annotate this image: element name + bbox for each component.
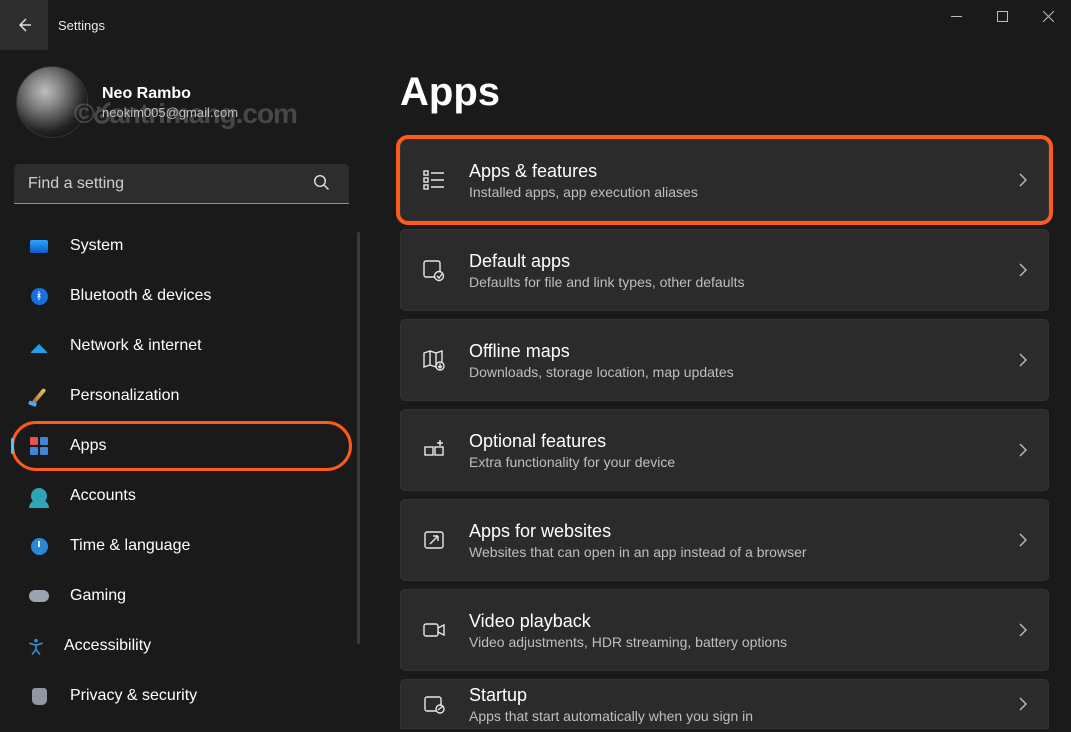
card-video-playback[interactable]: Video playback Video adjustments, HDR st… (400, 589, 1049, 671)
sidebar-item-accessibility[interactable]: Accessibility (14, 624, 354, 668)
card-startup[interactable]: Startup Apps that start automatically wh… (400, 679, 1049, 729)
card-subtitle: Apps that start automatically when you s… (469, 708, 996, 724)
shield-icon (28, 685, 50, 707)
wifi-icon (28, 335, 50, 357)
card-subtitle: Websites that can open in an app instead… (469, 544, 996, 560)
paintbrush-icon (28, 385, 50, 407)
sidebar-item-label: Network & internet (70, 337, 202, 355)
startup-icon (421, 691, 447, 717)
close-icon (1043, 11, 1054, 22)
card-subtitle: Downloads, storage location, map updates (469, 364, 996, 380)
card-title: Optional features (469, 431, 996, 452)
card-apps-for-websites[interactable]: Apps for websites Websites that can open… (400, 499, 1049, 581)
map-icon (421, 347, 447, 373)
nav-list: System ᚼ Bluetooth & devices Network & i… (14, 224, 370, 718)
card-subtitle: Defaults for file and link types, other … (469, 274, 996, 290)
sidebar-item-gaming[interactable]: Gaming (14, 574, 354, 618)
apps-icon (28, 435, 50, 457)
sidebar-item-accounts[interactable]: Accounts (14, 474, 354, 518)
card-title: Apps for websites (469, 521, 996, 542)
maximize-button[interactable] (979, 0, 1025, 32)
bluetooth-icon: ᚼ (28, 285, 50, 307)
card-title: Startup (469, 685, 996, 706)
features-icon (421, 437, 447, 463)
minimize-button[interactable] (933, 0, 979, 32)
sidebar-item-apps[interactable]: Apps (14, 424, 349, 468)
websites-icon (421, 527, 447, 553)
card-subtitle: Video adjustments, HDR streaming, batter… (469, 634, 996, 650)
list-icon (421, 167, 447, 193)
profile-block[interactable]: Neo Rambo neokim005@gmail.com ©ఠantriman… (14, 64, 370, 152)
default-apps-icon (421, 257, 447, 283)
clock-icon (28, 535, 50, 557)
arrow-left-icon (16, 17, 32, 33)
profile-email: neokim005@gmail.com (102, 105, 238, 120)
main-content: Apps Apps & features Installed apps, app… (370, 50, 1071, 732)
accessibility-icon (28, 638, 44, 654)
sidebar-item-label: Privacy & security (70, 687, 197, 705)
sidebar-item-label: Accounts (70, 487, 136, 505)
window-controls (933, 0, 1071, 32)
search-input[interactable] (14, 164, 349, 204)
sidebar-item-privacy[interactable]: Privacy & security (14, 674, 354, 718)
sidebar-item-label: System (70, 237, 123, 255)
sidebar-item-personalization[interactable]: Personalization (14, 374, 354, 418)
window-title: Settings (58, 18, 105, 33)
card-apps-features[interactable]: Apps & features Installed apps, app exec… (400, 139, 1049, 221)
sidebar-item-bluetooth[interactable]: ᚼ Bluetooth & devices (14, 274, 354, 318)
sidebar-item-label: Time & language (70, 537, 190, 555)
sidebar-item-label: Accessibility (64, 637, 151, 655)
chevron-right-icon (1018, 697, 1028, 711)
page-title: Apps (400, 70, 1049, 115)
sidebar-item-network[interactable]: Network & internet (14, 324, 354, 368)
card-title: Offline maps (469, 341, 996, 362)
sidebar-item-system[interactable]: System (14, 224, 354, 268)
maximize-icon (997, 11, 1008, 22)
chevron-right-icon (1018, 533, 1028, 547)
profile-name: Neo Rambo (102, 85, 238, 103)
gamepad-icon (28, 585, 50, 607)
minimize-icon (951, 11, 962, 22)
card-optional-features[interactable]: Optional features Extra functionality fo… (400, 409, 1049, 491)
chevron-right-icon (1018, 353, 1028, 367)
display-icon (28, 235, 50, 257)
card-title: Video playback (469, 611, 996, 632)
person-icon (28, 485, 50, 507)
chevron-right-icon (1018, 443, 1028, 457)
sidebar-item-label: Gaming (70, 587, 126, 605)
avatar (16, 66, 88, 138)
card-title: Default apps (469, 251, 996, 272)
close-button[interactable] (1025, 0, 1071, 32)
video-icon (421, 617, 447, 643)
sidebar: Neo Rambo neokim005@gmail.com ©ఠantriman… (0, 50, 370, 732)
sidebar-item-label: Apps (70, 437, 106, 455)
card-subtitle: Extra functionality for your device (469, 454, 996, 470)
chevron-right-icon (1018, 263, 1028, 277)
card-title: Apps & features (469, 161, 996, 182)
sidebar-item-label: Bluetooth & devices (70, 287, 211, 305)
chevron-right-icon (1018, 173, 1028, 187)
back-button[interactable] (0, 0, 48, 50)
card-offline-maps[interactable]: Offline maps Downloads, storage location… (400, 319, 1049, 401)
sidebar-scrollbar[interactable] (357, 232, 360, 644)
sidebar-item-time[interactable]: Time & language (14, 524, 354, 568)
card-subtitle: Installed apps, app execution aliases (469, 184, 996, 200)
sidebar-item-label: Personalization (70, 387, 179, 405)
chevron-right-icon (1018, 623, 1028, 637)
titlebar: Settings (0, 0, 1071, 50)
search-icon (313, 174, 330, 191)
card-default-apps[interactable]: Default apps Defaults for file and link … (400, 229, 1049, 311)
search-wrap (14, 164, 358, 204)
